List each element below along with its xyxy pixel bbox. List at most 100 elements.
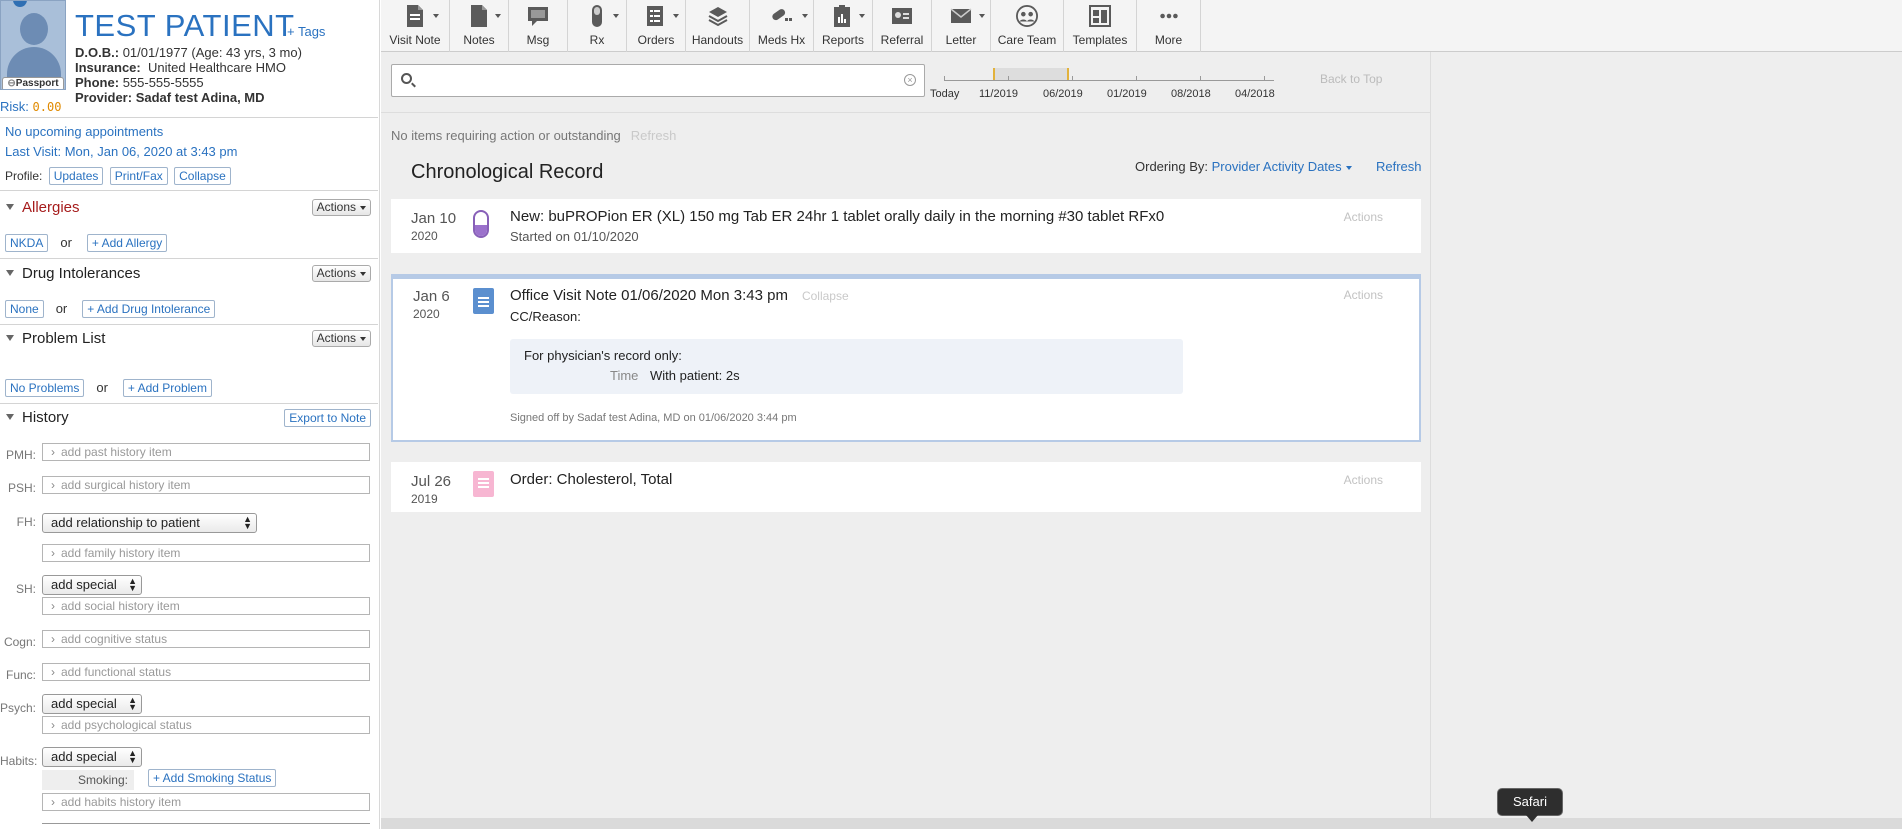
timeline-label[interactable]: 11/2019 — [979, 88, 1018, 100]
no-problems-button[interactable]: No Problems — [5, 379, 85, 397]
toolbar-reports-button[interactable]: Reports — [814, 0, 873, 52]
toolbar-label: Handouts — [691, 33, 744, 47]
document-note-icon — [473, 288, 494, 314]
toolbar-referral-button[interactable]: Referral — [873, 0, 932, 52]
sh-special-select[interactable]: add special ▲ ▼ — [42, 575, 142, 595]
insurance-value: United Healthcare HMO — [147, 60, 286, 75]
psych-input[interactable]: › add psychological status — [42, 716, 370, 734]
sh-input[interactable]: › add social history item — [42, 597, 370, 615]
nkda-button[interactable]: NKDA — [5, 234, 49, 252]
actions-label: Actions — [316, 200, 356, 214]
entry-title[interactable]: Office Visit Note 01/06/2020 Mon 3:43 pm… — [510, 287, 849, 304]
envelope-icon — [950, 8, 972, 23]
upcoming-appointments-link[interactable]: No upcoming appointments — [5, 124, 163, 139]
add-drug-intolerance-button[interactable]: + Add Drug Intolerance — [82, 300, 216, 318]
toolbar-letter-button[interactable]: Letter — [932, 0, 991, 52]
toolbar-label: Templates — [1072, 33, 1128, 47]
last-visit-link[interactable]: Last Visit: Mon, Jan 06, 2020 at 3:43 pm — [5, 144, 237, 159]
back-to-top-link[interactable]: Back to Top — [1320, 72, 1382, 86]
func-input[interactable]: › add functional status — [42, 663, 370, 681]
toolbar-label: Orders — [637, 33, 675, 47]
more-dots-icon — [1159, 13, 1178, 19]
profile-print-fax-button[interactable]: Print/Fax — [109, 167, 168, 185]
drug-intolerances-actions-button[interactable]: Actions — [311, 265, 371, 282]
toolbar-notes-button[interactable]: Notes — [450, 0, 509, 52]
toolbar-rx-button[interactable]: Rx — [568, 0, 627, 52]
collapse-triangle-icon[interactable] — [6, 414, 14, 420]
timeline-label[interactable]: Today — [930, 88, 959, 100]
clear-icon[interactable]: × — [904, 74, 916, 86]
cogn-input[interactable]: › add cognitive status — [42, 630, 370, 648]
entry-actions-link[interactable]: Actions — [1344, 473, 1383, 487]
patient-avatar[interactable]: ⊖Passport — [0, 0, 66, 90]
history-section-header[interactable]: History Export to Note — [0, 408, 378, 430]
fh-relationship-select[interactable]: add relationship to patient ▲ ▼ — [42, 513, 257, 533]
ordering-dropdown[interactable]: Provider Activity Dates — [1212, 159, 1352, 174]
toolbar-msg-button[interactable]: Msg — [509, 0, 568, 52]
main-panel: Visit Note Notes Msg Rx Orders Handouts — [381, 0, 1902, 829]
toolbar-meds-hx-button[interactable]: Meds Hx — [750, 0, 814, 52]
problem-list-section-header[interactable]: Problem List Actions — [0, 329, 378, 351]
psh-input[interactable]: › add surgical history item — [42, 476, 370, 494]
refresh-record-link[interactable]: Refresh — [1376, 159, 1422, 174]
psych-special-select[interactable]: add special ▲ ▼ — [42, 694, 142, 714]
updown-arrows-icon: ▲ ▼ — [128, 748, 137, 765]
fh-input[interactable]: › add family history item — [42, 544, 370, 562]
toolbar-orders-button[interactable]: Orders — [627, 0, 686, 52]
timeline-selection[interactable] — [993, 68, 1069, 80]
record-entry-expanded[interactable]: Jan 6 2020 Office Visit Note 01/06/2020 M… — [391, 274, 1421, 442]
or-text: or — [60, 235, 72, 250]
entry-title[interactable]: Order: Cholesterol, Total — [510, 471, 672, 488]
none-button[interactable]: None — [5, 300, 44, 318]
pmh-input[interactable]: › add past history item — [42, 443, 370, 461]
templates-icon — [1089, 5, 1111, 27]
profile-collapse-button[interactable]: Collapse — [174, 167, 231, 185]
passport-minus-icon: ⊖ — [7, 78, 16, 89]
habits-input[interactable]: › add habits history item — [42, 793, 370, 811]
pmh-label: PMH: — [6, 448, 36, 462]
toolbar-handouts-button[interactable]: Handouts — [686, 0, 750, 52]
toolbar-more-button[interactable]: More — [1137, 0, 1201, 52]
divider — [0, 117, 378, 118]
add-tags-link[interactable]: + Tags — [287, 24, 325, 39]
record-entry[interactable]: Jan 10 2020 New: buPROPion ER (XL) 150 mg… — [391, 199, 1421, 253]
allergies-actions-button[interactable]: Actions — [311, 199, 371, 216]
collapse-triangle-icon[interactable] — [6, 335, 14, 341]
habits-label: Habits: — [0, 754, 38, 768]
risk-score[interactable]: Risk: 0.00 — [0, 99, 61, 114]
habits-special-select[interactable]: add special ▲ ▼ — [42, 747, 142, 767]
timeline-label[interactable]: 01/2019 — [1107, 88, 1147, 100]
entry-collapse-link[interactable]: Collapse — [802, 289, 849, 303]
add-allergy-button[interactable]: + Add Allergy — [86, 234, 168, 252]
profile-updates-button[interactable]: Updates — [48, 167, 104, 185]
toolbar-visit-note-button[interactable]: Visit Note — [381, 0, 450, 52]
refresh-action-items-link[interactable]: Refresh — [631, 128, 677, 143]
add-problem-button[interactable]: + Add Problem — [122, 379, 212, 397]
meds-history-icon — [771, 9, 792, 21]
toolbar-care-team-button[interactable]: Care Team — [991, 0, 1064, 52]
add-smoking-status-button[interactable]: + Add Smoking Status — [148, 769, 277, 787]
record-entry[interactable]: Jul 26 2019 Order: Cholesterol, Total Act… — [391, 462, 1421, 512]
toolbar: Visit Note Notes Msg Rx Orders Handouts — [381, 0, 1902, 52]
chart-search-input[interactable]: × — [391, 64, 925, 97]
medication-pill-icon — [473, 210, 489, 238]
problem-list-actions-button[interactable]: Actions — [311, 330, 371, 347]
chevron-down-icon — [495, 14, 501, 18]
timeline-label[interactable]: 04/2018 — [1235, 88, 1275, 100]
export-to-note-button[interactable]: Export to Note — [284, 409, 371, 427]
entry-actions-link[interactable]: Actions — [1344, 288, 1383, 302]
func-placeholder: add functional status — [61, 665, 172, 679]
allergies-section-header[interactable]: Allergies Actions — [0, 198, 378, 220]
actions-label: Actions — [316, 331, 356, 345]
entry-actions-link[interactable]: Actions — [1344, 210, 1383, 224]
passport-badge[interactable]: ⊖Passport — [2, 77, 64, 89]
collapse-triangle-icon[interactable] — [6, 204, 14, 210]
collapse-triangle-icon[interactable] — [6, 270, 14, 276]
chevron-down-icon — [673, 14, 679, 18]
timeline-label[interactable]: 08/2018 — [1171, 88, 1211, 100]
timeline-label[interactable]: 06/2019 — [1043, 88, 1083, 100]
entry-title[interactable]: New: buPROPion ER (XL) 150 mg Tab ER 24h… — [510, 208, 1164, 225]
drug-intolerances-section-header[interactable]: Drug Intolerances Actions — [0, 264, 378, 286]
timeline-slider[interactable]: Today 11/2019 06/2019 01/2019 08/2018 04… — [930, 64, 1300, 104]
toolbar-templates-button[interactable]: Templates — [1064, 0, 1137, 52]
